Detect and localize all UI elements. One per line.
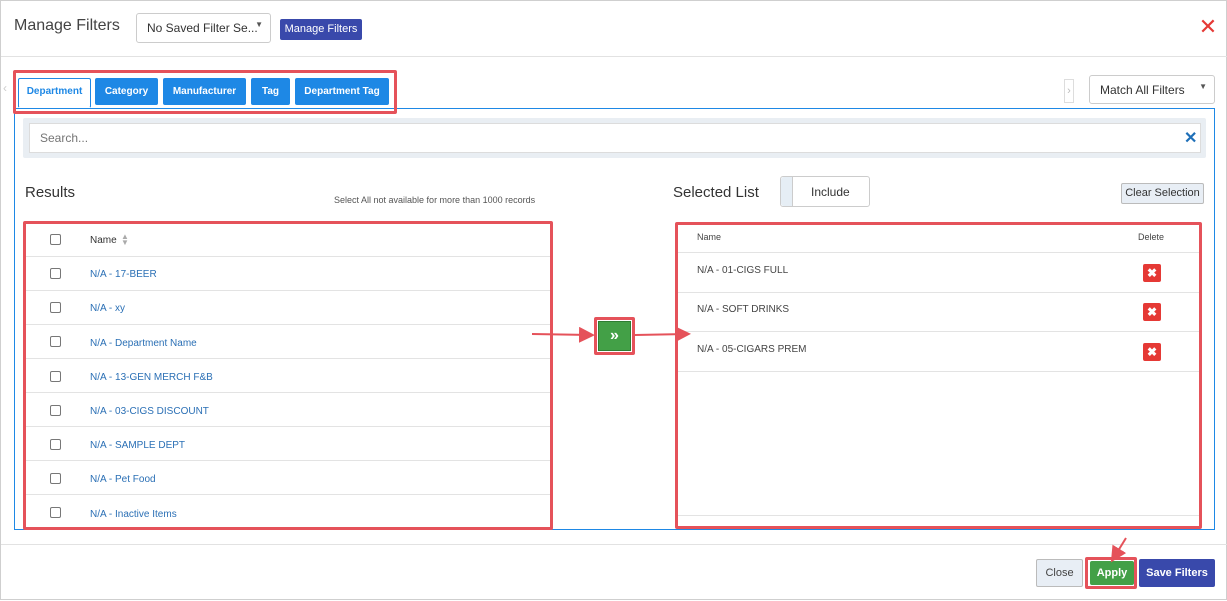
row-name[interactable]: N/A - Pet Food bbox=[90, 474, 156, 485]
select-all-checkbox[interactable] bbox=[50, 234, 61, 245]
save-filters-button[interactable]: Save Filters bbox=[1139, 559, 1215, 587]
column-header-name[interactable]: Name bbox=[90, 235, 117, 246]
footer-divider bbox=[1, 544, 1227, 545]
column-header-name: Name bbox=[697, 232, 722, 242]
row-checkbox[interactable] bbox=[50, 507, 61, 518]
tabs-scroll-right-icon[interactable]: › bbox=[1064, 79, 1074, 103]
selected-row-name: N/A - SOFT DRINKS bbox=[697, 304, 790, 315]
selected-list-heading: Selected List bbox=[673, 184, 759, 201]
move-to-selected-button[interactable]: » bbox=[598, 321, 631, 351]
selected-row: N/A - 01-CIGS FULL ✖ bbox=[678, 253, 1199, 293]
row-name[interactable]: N/A - Department Name bbox=[90, 338, 197, 349]
manage-filters-button[interactable]: Manage Filters bbox=[280, 19, 362, 40]
table-row[interactable]: N/A - 03-CIGS DISCOUNT bbox=[26, 393, 550, 427]
arrow-to-apply-button bbox=[1110, 537, 1127, 563]
row-checkbox[interactable] bbox=[50, 439, 61, 450]
close-icon[interactable]: ✕ bbox=[1197, 16, 1219, 38]
match-filters-value: Match All Filters bbox=[1100, 83, 1185, 97]
row-name[interactable]: N/A - xy bbox=[90, 303, 125, 314]
column-header-delete: Delete bbox=[1138, 232, 1165, 242]
selected-header-row: Name Delete bbox=[678, 225, 1199, 253]
results-table: Name ▲ ▼ N/A - 17-BEER N/A - xy N/A - Dep… bbox=[26, 223, 550, 523]
row-name[interactable]: N/A - 17-BEER bbox=[90, 269, 157, 280]
delete-icon[interactable]: ✖ bbox=[1143, 343, 1161, 361]
selected-row-name: N/A - 01-CIGS FULL bbox=[697, 265, 789, 276]
selected-row: N/A - SOFT DRINKS ✖ bbox=[678, 293, 1199, 332]
delete-icon[interactable]: ✖ bbox=[1143, 264, 1161, 282]
caret-down-icon: ▼ bbox=[255, 20, 263, 29]
selected-list-table: Name Delete N/A - 01-CIGS FULL ✖ N/A - S… bbox=[678, 225, 1199, 525]
selected-list-bottom-divider bbox=[678, 515, 1199, 516]
double-chevron-right-icon: » bbox=[610, 327, 619, 344]
row-checkbox[interactable] bbox=[50, 336, 61, 347]
selected-row-name: N/A - 05-CIGARS PREM bbox=[697, 344, 807, 355]
tabs-scroll-left-icon[interactable]: ‹ bbox=[3, 81, 11, 99]
tab-tag[interactable]: Tag bbox=[251, 78, 290, 105]
selected-row: N/A - 05-CIGARS PREM ✖ bbox=[678, 332, 1199, 372]
row-name[interactable]: N/A - Inactive Items bbox=[90, 509, 177, 520]
table-row[interactable]: N/A - Inactive Items bbox=[26, 495, 550, 523]
table-row[interactable]: N/A - Pet Food bbox=[26, 461, 550, 495]
include-label: Include bbox=[811, 185, 850, 199]
tab-department-tag[interactable]: Department Tag bbox=[295, 78, 389, 105]
tab-category[interactable]: Category bbox=[95, 78, 158, 105]
table-row[interactable]: N/A - 13-GEN MERCH F&B bbox=[26, 359, 550, 393]
manage-filters-modal: Manage Filters No Saved Filter Se... ▼ M… bbox=[0, 0, 1227, 600]
row-name[interactable]: N/A - 03-CIGS DISCOUNT bbox=[90, 406, 209, 417]
table-row[interactable]: N/A - Department Name bbox=[26, 325, 550, 359]
close-button[interactable]: Close bbox=[1036, 559, 1083, 587]
saved-filter-select-value: No Saved Filter Se... bbox=[147, 21, 258, 35]
match-filters-select[interactable]: Match All Filters ▼ bbox=[1089, 75, 1215, 104]
clear-selection-button[interactable]: Clear Selection bbox=[1121, 183, 1204, 204]
row-checkbox[interactable] bbox=[50, 405, 61, 416]
row-name[interactable]: N/A - 13-GEN MERCH F&B bbox=[90, 372, 213, 383]
table-row[interactable]: N/A - SAMPLE DEPT bbox=[26, 427, 550, 461]
header-divider bbox=[1, 56, 1227, 57]
clear-search-icon[interactable]: ✕ bbox=[1184, 128, 1198, 147]
results-heading: Results bbox=[25, 184, 76, 201]
caret-down-icon: ▼ bbox=[1199, 82, 1207, 91]
table-row[interactable]: N/A - xy bbox=[26, 291, 550, 325]
saved-filter-select[interactable]: No Saved Filter Se... ▼ bbox=[136, 13, 271, 43]
results-header-row: Name ▲ ▼ bbox=[26, 223, 550, 257]
include-toggle[interactable]: Include bbox=[780, 176, 870, 207]
tab-manufacturer[interactable]: Manufacturer bbox=[163, 78, 246, 105]
row-checkbox[interactable] bbox=[50, 268, 61, 279]
row-checkbox[interactable] bbox=[50, 302, 61, 313]
modal-title: Manage Filters bbox=[14, 17, 120, 34]
table-row[interactable]: N/A - 17-BEER bbox=[26, 257, 550, 291]
row-name[interactable]: N/A - SAMPLE DEPT bbox=[90, 440, 185, 451]
toggle-knob bbox=[781, 177, 793, 206]
delete-icon[interactable]: ✖ bbox=[1143, 303, 1161, 321]
row-checkbox[interactable] bbox=[50, 473, 61, 484]
sort-icon[interactable]: ▲ ▼ bbox=[121, 233, 129, 247]
row-checkbox[interactable] bbox=[50, 371, 61, 382]
tab-department[interactable]: Department bbox=[18, 78, 91, 108]
search-input[interactable] bbox=[29, 123, 1201, 153]
apply-button[interactable]: Apply bbox=[1090, 561, 1134, 585]
results-note: Select All not available for more than 1… bbox=[334, 195, 536, 205]
